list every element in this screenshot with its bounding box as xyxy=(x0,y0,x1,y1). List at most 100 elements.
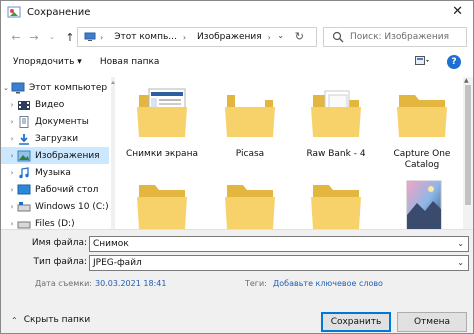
computer-icon xyxy=(84,32,96,41)
sidebar-item-videos[interactable]: › Видео xyxy=(1,96,109,113)
sidebar-item-documents[interactable]: › Документы xyxy=(1,113,109,130)
chevron-right-icon[interactable]: › xyxy=(7,186,17,194)
sidebar-item-label: Изображения xyxy=(35,150,100,161)
chevron-up-icon: ⌃ xyxy=(11,315,18,325)
hide-folders-label: Скрыть папки xyxy=(23,315,91,325)
address-dropdown-icon[interactable]: ⌄ xyxy=(277,31,284,40)
sidebar-scrollbar-track xyxy=(111,77,115,229)
command-bar: Упорядочить ▾ Новая папка ? xyxy=(1,51,473,73)
chevron-down-icon[interactable]: ⌄ xyxy=(457,256,464,270)
breadcrumb-this-pc[interactable]: Этот компь... xyxy=(114,32,177,42)
save-dialog: Сохранение ✕ ← → ⌄ ↑ › Этот компь... › И… xyxy=(0,0,474,334)
chevron-right-icon[interactable]: › xyxy=(7,101,17,109)
image-thumbnail-icon xyxy=(406,180,442,229)
breadcrumb-pictures[interactable]: Изображения xyxy=(197,32,262,42)
folder-tile[interactable] xyxy=(207,179,293,229)
folder-tile[interactable]: Raw Bank - 4 xyxy=(293,83,379,165)
window-title: Сохранение xyxy=(27,6,91,18)
content-scrollbar[interactable]: ▲ xyxy=(463,77,473,229)
video-folder-icon xyxy=(18,100,30,110)
save-button[interactable]: Сохранить xyxy=(321,312,391,332)
folder-icon xyxy=(397,95,447,137)
refresh-icon[interactable]: ↻ xyxy=(295,30,304,43)
sidebar-item-label: Видео xyxy=(35,99,65,110)
chevron-right-icon[interactable]: › xyxy=(7,220,17,228)
sidebar-item-drive-d[interactable]: › Files (D:) xyxy=(1,215,109,229)
search-box[interactable]: Поиск: Изображения xyxy=(323,27,467,47)
date-taken-label: Дата съемки: xyxy=(35,279,92,288)
chevron-down-icon[interactable]: ⌄ xyxy=(1,84,11,92)
chevron-right-icon[interactable]: › xyxy=(7,135,17,143)
sidebar-scrollbar[interactable] xyxy=(109,77,117,229)
filetype-select[interactable]: JPEG-файл ⌄ xyxy=(89,255,469,271)
sidebar-item-music[interactable]: › Музыка xyxy=(1,164,109,181)
sidebar-item-downloads[interactable]: › Загрузки xyxy=(1,130,109,147)
folder-icon xyxy=(311,90,361,137)
scrollbar-thumb[interactable] xyxy=(465,85,471,205)
organize-menu[interactable]: Упорядочить ▾ xyxy=(13,57,82,67)
chevron-right-icon[interactable]: › xyxy=(7,152,17,160)
forward-arrow-icon[interactable]: → xyxy=(25,31,43,44)
sidebar-item-label: Этот компьютер xyxy=(29,82,108,93)
folder-label: Снимки экрана xyxy=(126,149,198,159)
search-icon xyxy=(332,31,344,43)
chevron-right-icon[interactable]: › xyxy=(7,203,17,211)
search-placeholder: Поиск: Изображения xyxy=(350,32,449,42)
tags-value[interactable]: Добавьте ключевое слово xyxy=(273,279,383,288)
music-folder-icon xyxy=(19,166,29,178)
folder-label: Picasa xyxy=(235,149,265,159)
computer-icon xyxy=(11,82,25,93)
file-list: Снимки экрана Picasa Raw Bank - 4 Captur… xyxy=(117,77,463,229)
cancel-button[interactable]: Отмена xyxy=(397,312,467,332)
chevron-down-icon[interactable]: ⌄ xyxy=(457,237,464,251)
filetype-value: JPEG-файл xyxy=(93,258,142,268)
sidebar-item-label: Рабочий стол xyxy=(35,184,99,195)
help-icon[interactable]: ? xyxy=(447,55,461,69)
sidebar-item-pictures[interactable]: › Изображения xyxy=(1,147,109,164)
folder-tile[interactable]: Capture One Catalog xyxy=(379,83,463,170)
chevron-right-icon: › xyxy=(267,32,271,42)
title-bar: Сохранение ✕ xyxy=(1,1,473,23)
sidebar-item-label: Документы xyxy=(35,116,89,127)
close-button[interactable]: ✕ xyxy=(452,4,463,19)
date-taken-value[interactable]: 30.03.2021 18:41 xyxy=(95,279,166,288)
back-arrow-icon[interactable]: ← xyxy=(7,31,25,44)
filename-value: Снимок xyxy=(93,239,129,249)
recent-locations-icon[interactable]: ⌄ xyxy=(43,33,61,41)
image-tile[interactable] xyxy=(379,179,463,229)
folder-tile[interactable]: Picasa xyxy=(207,83,293,165)
filetype-row: Тип файла: JPEG-файл ⌄ xyxy=(1,255,473,271)
view-options-icon[interactable] xyxy=(415,56,429,67)
sidebar-item-this-pc[interactable]: ⌄ Этот компьютер xyxy=(1,79,109,96)
new-folder-button[interactable]: Новая папка xyxy=(100,57,160,67)
folder-label: Raw Bank - 4 xyxy=(306,149,366,159)
folder-icon xyxy=(225,95,275,137)
folder-tile[interactable] xyxy=(293,179,379,229)
navigation-bar: ← → ⌄ ↑ › Этот компь... › Изображения › … xyxy=(1,25,473,49)
dialog-footer: ⌃ Скрыть папки Сохранить Отмена xyxy=(1,309,473,333)
filetype-label: Тип файла: xyxy=(33,257,87,267)
sidebar-item-label: Музыка xyxy=(35,167,71,178)
hide-folders-toggle[interactable]: ⌃ Скрыть папки xyxy=(11,315,90,325)
address-bar[interactable]: › Этот компь... › Изображения › ⌄ ↻ xyxy=(77,27,317,47)
drive-icon xyxy=(17,221,31,228)
chevron-right-icon[interactable]: › xyxy=(7,169,17,177)
sidebar-item-label: Windows 10 (C:) xyxy=(35,201,109,212)
navigation-pane: ⌄ Этот компьютер › Видео › Документы › З… xyxy=(1,77,109,229)
sidebar-item-drive-c[interactable]: › Windows 10 (C:) xyxy=(1,198,109,215)
chevron-right-icon: › xyxy=(100,32,104,42)
sidebar-item-label: Files (D:) xyxy=(35,218,75,229)
tags-label: Теги: xyxy=(245,279,267,288)
folder-label: Capture One Catalog xyxy=(393,149,451,170)
chevron-right-icon[interactable]: › xyxy=(7,118,17,126)
folder-tile[interactable]: Снимки экрана xyxy=(119,83,205,165)
screenshots-folder-icon xyxy=(137,88,187,137)
sidebar-item-desktop[interactable]: › Рабочий стол xyxy=(1,181,109,198)
desktop-folder-icon xyxy=(17,184,31,194)
filename-label: Имя файла: xyxy=(31,238,87,248)
scroll-up-icon[interactable]: ▲ xyxy=(464,77,469,84)
filename-input[interactable]: Снимок ⌄ xyxy=(89,236,469,252)
folder-tile[interactable] xyxy=(119,179,205,229)
folder-icon xyxy=(311,185,361,229)
folder-icon xyxy=(225,185,275,229)
